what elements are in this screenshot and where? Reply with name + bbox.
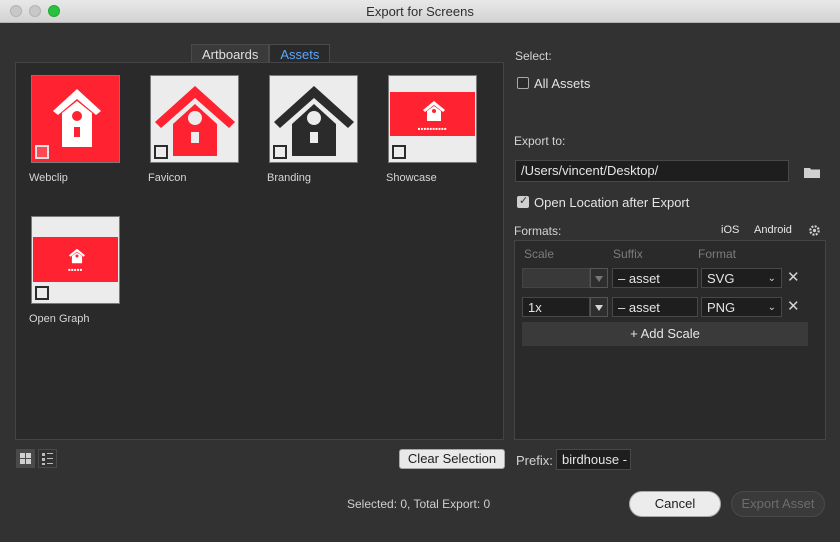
scale-input[interactable]: 1x — [522, 297, 590, 317]
birdhouse-icon — [53, 89, 101, 147]
cancel-button[interactable]: Cancel — [629, 491, 721, 517]
open-location-checkbox[interactable] — [517, 194, 529, 208]
window-title: Export for Screens — [366, 4, 474, 19]
asset-label-showcase: Showcase — [386, 172, 437, 184]
tab-assets[interactable]: Assets — [269, 44, 331, 63]
chevron-down-icon: ⌄ — [767, 302, 776, 313]
prefix-label: Prefix: — [516, 453, 553, 468]
asset-checkbox-favicon[interactable] — [154, 145, 168, 159]
birdhouse-icon — [69, 248, 85, 264]
scale-dropdown-icon[interactable] — [590, 297, 608, 317]
add-scale-button[interactable]: + Add Scale — [522, 322, 808, 346]
asset-tile-webclip[interactable] — [31, 75, 120, 163]
asset-tile-branding[interactable] — [269, 75, 358, 163]
column-header-format: Format — [698, 247, 737, 261]
showcase-banner: ■■■■■■■■■■ — [390, 92, 475, 136]
grid-view-button[interactable] — [16, 449, 35, 468]
asset-label-webclip: Webclip — [29, 172, 68, 184]
android-preset-button[interactable]: Android — [754, 224, 792, 236]
column-header-scale: Scale — [524, 247, 555, 261]
asset-checkbox-open-graph[interactable] — [35, 286, 49, 300]
suffix-input[interactable]: – asset — [612, 268, 698, 288]
column-header-suffix: Suffix — [613, 247, 643, 261]
export-asset-button[interactable]: Export Asset — [731, 491, 825, 517]
title-bar: Export for Screens — [0, 0, 840, 23]
open-graph-banner: ■■■■■ — [33, 237, 118, 282]
list-view-button[interactable] — [38, 449, 57, 468]
chevron-down-icon: ⌄ — [767, 273, 776, 284]
format-select[interactable]: SVG ⌄ — [701, 268, 782, 288]
clear-selection-button[interactable]: Clear Selection — [399, 449, 505, 469]
export-path-field[interactable]: /Users/vincent/Desktop/ — [515, 160, 789, 182]
asset-tile-showcase[interactable]: ■■■■■■■■■■ — [388, 75, 477, 163]
folder-icon[interactable] — [803, 166, 821, 179]
all-assets-checkbox[interactable] — [517, 77, 529, 89]
open-location-label: Open Location after Export — [534, 195, 690, 210]
brand-wordmark: ■■■■■■■■■■ — [417, 126, 448, 131]
format-select-value: PNG — [707, 300, 736, 315]
suffix-input[interactable]: – asset — [612, 297, 698, 317]
formats-title: Formats: — [514, 224, 562, 238]
ios-preset-button[interactable]: iOS — [721, 224, 739, 236]
asset-checkbox-branding[interactable] — [273, 145, 287, 159]
grid-view-icon — [20, 453, 31, 464]
remove-format-icon[interactable]: ✕ — [787, 297, 800, 315]
asset-tile-favicon[interactable] — [150, 75, 239, 163]
scale-dropdown-icon — [590, 268, 608, 288]
birdhouse-icon — [423, 101, 445, 121]
prefix-input[interactable]: birdhouse - — [556, 449, 631, 470]
asset-checkbox-webclip[interactable] — [35, 145, 49, 159]
format-select-value: SVG — [707, 271, 735, 286]
selection-status: Selected: 0, Total Export: 0 — [347, 497, 491, 511]
export-to-title: Export to: — [514, 134, 566, 148]
select-section-title: Select: — [515, 49, 552, 63]
asset-label-branding: Branding — [267, 172, 312, 184]
asset-tile-open-graph[interactable]: ■■■■■ — [31, 216, 120, 304]
asset-checkbox-showcase[interactable] — [392, 145, 406, 159]
remove-format-icon[interactable]: ✕ — [787, 268, 800, 286]
format-select[interactable]: PNG ⌄ — [701, 297, 782, 317]
view-tabs: Artboards Assets — [191, 44, 331, 63]
tab-artboards[interactable]: Artboards — [191, 44, 270, 63]
asset-label-favicon: Favicon — [148, 172, 187, 184]
scale-input — [522, 268, 590, 288]
list-view-icon — [42, 453, 53, 465]
asset-label-open-graph: Open Graph — [29, 313, 90, 325]
all-assets-label: All Assets — [534, 76, 591, 91]
gear-icon[interactable] — [808, 224, 821, 237]
brand-wordmark: ■■■■■ — [68, 267, 83, 272]
